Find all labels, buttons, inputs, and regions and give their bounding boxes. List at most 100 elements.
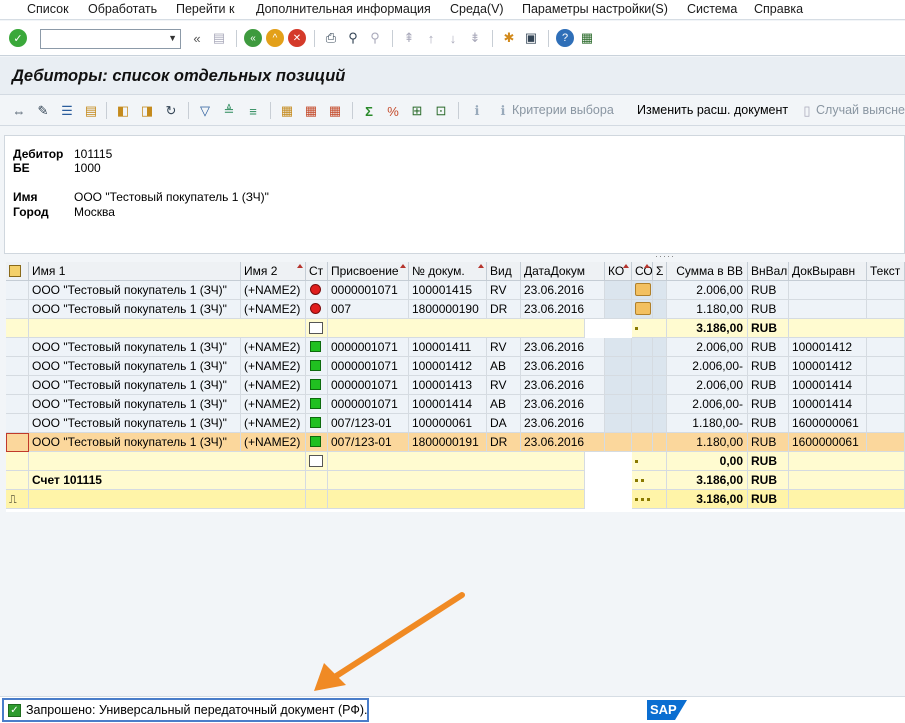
- chevron-down-icon[interactable]: ▼: [168, 33, 177, 43]
- menu-environment[interactable]: Среда(V): [450, 2, 504, 16]
- row-selector[interactable]: [6, 376, 29, 395]
- cancel-icon[interactable]: ✕: [288, 29, 306, 47]
- sum-icon[interactable]: Σ: [360, 102, 378, 120]
- row-selector[interactable]: [6, 452, 29, 471]
- row-selector[interactable]: [6, 281, 29, 300]
- enter-icon[interactable]: ✓: [9, 29, 27, 47]
- column-header[interactable]: ДатаДокум: [521, 262, 605, 281]
- change-document-button[interactable]: Изменить расш. документ: [637, 103, 788, 117]
- table-row[interactable]: ООО "Тестовый покупатель 1 (ЗЧ)" (+NAME2)…: [6, 338, 905, 357]
- back-icon[interactable]: «: [244, 29, 262, 47]
- first-page-icon[interactable]: ⇞: [400, 29, 418, 47]
- row-selector[interactable]: ⎍: [6, 490, 29, 509]
- export-icon[interactable]: ⊞: [408, 102, 426, 120]
- row-selector[interactable]: [6, 338, 29, 357]
- select-layout-icon[interactable]: ☰: [58, 102, 76, 120]
- table-row[interactable]: ООО "Тестовый покупатель 1 (ЗЧ)" (+NAME2)…: [6, 281, 905, 300]
- column-header[interactable]: Имя 2: [241, 262, 306, 281]
- collapse-icon[interactable]: «: [188, 29, 206, 47]
- cell-assign: [328, 452, 585, 471]
- document-icon[interactable]: ◧: [114, 102, 132, 120]
- table-row[interactable]: ООО "Тестовый покупатель 1 (ЗЧ)" (+NAME2)…: [6, 300, 905, 319]
- print-icon[interactable]: ⎙: [322, 29, 340, 47]
- edit-icon[interactable]: ✎: [34, 102, 52, 120]
- column-header[interactable]: ДокВыравн: [789, 262, 867, 281]
- splitter-handle[interactable]: ·····: [655, 251, 675, 261]
- sort-descending-icon[interactable]: ≡: [244, 102, 262, 120]
- cell-co: [632, 357, 653, 376]
- next-page-icon[interactable]: ↓: [444, 29, 462, 47]
- selection-criteria-button[interactable]: Критерии выбора: [512, 103, 614, 117]
- status-red-icon: [310, 303, 321, 314]
- new-session-icon[interactable]: ✱: [500, 29, 518, 47]
- dispute-case-button[interactable]: Случай выяснен: [816, 103, 905, 117]
- column-header[interactable]: СО: [632, 262, 653, 281]
- table-row[interactable]: ООО "Тестовый покупатель 1 (ЗЧ)" (+NAME2)…: [6, 433, 905, 452]
- column-header[interactable]: Текст: [867, 262, 905, 281]
- command-field[interactable]: ▼: [40, 29, 181, 49]
- correspondence-icon[interactable]: [635, 302, 651, 315]
- find-next-icon[interactable]: ⚲: [366, 29, 384, 47]
- filter-icon[interactable]: ▽: [196, 102, 214, 120]
- help-icon[interactable]: ?: [556, 29, 574, 47]
- previous-page-icon[interactable]: ↑: [422, 29, 440, 47]
- grid-mark-icon[interactable]: ▦: [326, 102, 344, 120]
- table-row[interactable]: ООО "Тестовый покупатель 1 (ЗЧ)" (+NAME2)…: [6, 357, 905, 376]
- column-header[interactable]: Имя 1: [29, 262, 241, 281]
- shortcut-icon[interactable]: ▣: [522, 29, 540, 47]
- document-overview-icon[interactable]: ◨: [138, 102, 156, 120]
- grid-icon[interactable]: ▦: [278, 102, 296, 120]
- column-header[interactable]: Σ: [653, 262, 667, 281]
- cell-ko: [605, 433, 632, 452]
- cell-date: 23.06.2016: [521, 300, 605, 319]
- info-icon[interactable]: ℹ: [468, 102, 486, 120]
- menu-edit[interactable]: Обработать: [88, 2, 157, 16]
- cell-st: [306, 395, 328, 414]
- cell-name1: ООО "Тестовый покупатель 1 (ЗЧ)": [29, 433, 241, 452]
- column-header[interactable]: Вид: [487, 262, 521, 281]
- row-selector[interactable]: [6, 433, 29, 452]
- menu-help[interactable]: Справка: [754, 2, 803, 16]
- table-row[interactable]: ООО "Тестовый покупатель 1 (ЗЧ)" (+NAME2)…: [6, 395, 905, 414]
- menu-extras[interactable]: Дополнительная информация: [256, 2, 431, 16]
- refresh-icon[interactable]: ↻: [162, 102, 180, 120]
- cell-amount: 0,00: [667, 452, 748, 471]
- menu-goto[interactable]: Перейти к: [176, 2, 234, 16]
- column-header[interactable]: Присвоение: [328, 262, 409, 281]
- layout-icon[interactable]: ▦: [578, 29, 596, 47]
- exit-icon[interactable]: ^: [266, 29, 284, 47]
- row-selector[interactable]: [6, 319, 29, 338]
- view-icon[interactable]: ⊡: [432, 102, 450, 120]
- row-selector[interactable]: [6, 414, 29, 433]
- sort-ascending-icon[interactable]: ≜: [220, 102, 238, 120]
- menu-system[interactable]: Система: [687, 2, 737, 16]
- find-icon[interactable]: ⚲: [344, 29, 362, 47]
- column-header[interactable]: № докум.: [409, 262, 487, 281]
- menu-settings[interactable]: Параметры настройки(S): [522, 2, 668, 16]
- status-message: Запрошено: Универсальный передаточный до…: [26, 703, 368, 717]
- cell-sig: [653, 414, 667, 433]
- select-all-icon[interactable]: [6, 262, 29, 281]
- last-page-icon[interactable]: ⇟: [466, 29, 484, 47]
- table-row[interactable]: ООО "Тестовый покупатель 1 (ЗЧ)" (+NAME2)…: [6, 414, 905, 433]
- subtotal-icon[interactable]: %: [384, 102, 402, 120]
- grid-select-icon[interactable]: ▦: [302, 102, 320, 120]
- change-layout-icon[interactable]: ▤: [82, 102, 100, 120]
- details-icon[interactable]: ⇔: [10, 102, 28, 120]
- table-row[interactable]: ООО "Тестовый покупатель 1 (ЗЧ)" (+NAME2)…: [6, 376, 905, 395]
- row-selector[interactable]: [6, 357, 29, 376]
- column-header[interactable]: ВнВал: [748, 262, 789, 281]
- save-icon[interactable]: ▤: [210, 29, 228, 47]
- status-message-box[interactable]: ✓ Запрошено: Универсальный передаточный …: [2, 698, 369, 722]
- row-selector[interactable]: [6, 300, 29, 319]
- total-level-marker: [632, 490, 667, 509]
- row-selector[interactable]: [6, 471, 29, 490]
- menu-list[interactable]: Список: [27, 2, 69, 16]
- items-grid: Имя 1 Имя 2 Ст Присвоение № докум. Вид ДатаДок…: [6, 262, 905, 512]
- row-selector[interactable]: [6, 395, 29, 414]
- column-header[interactable]: Сумма в ВВ: [667, 262, 748, 281]
- column-header[interactable]: КО: [605, 262, 632, 281]
- column-header[interactable]: Ст: [306, 262, 328, 281]
- correspondence-icon[interactable]: [635, 283, 651, 296]
- company-code-value: 1000: [74, 161, 101, 175]
